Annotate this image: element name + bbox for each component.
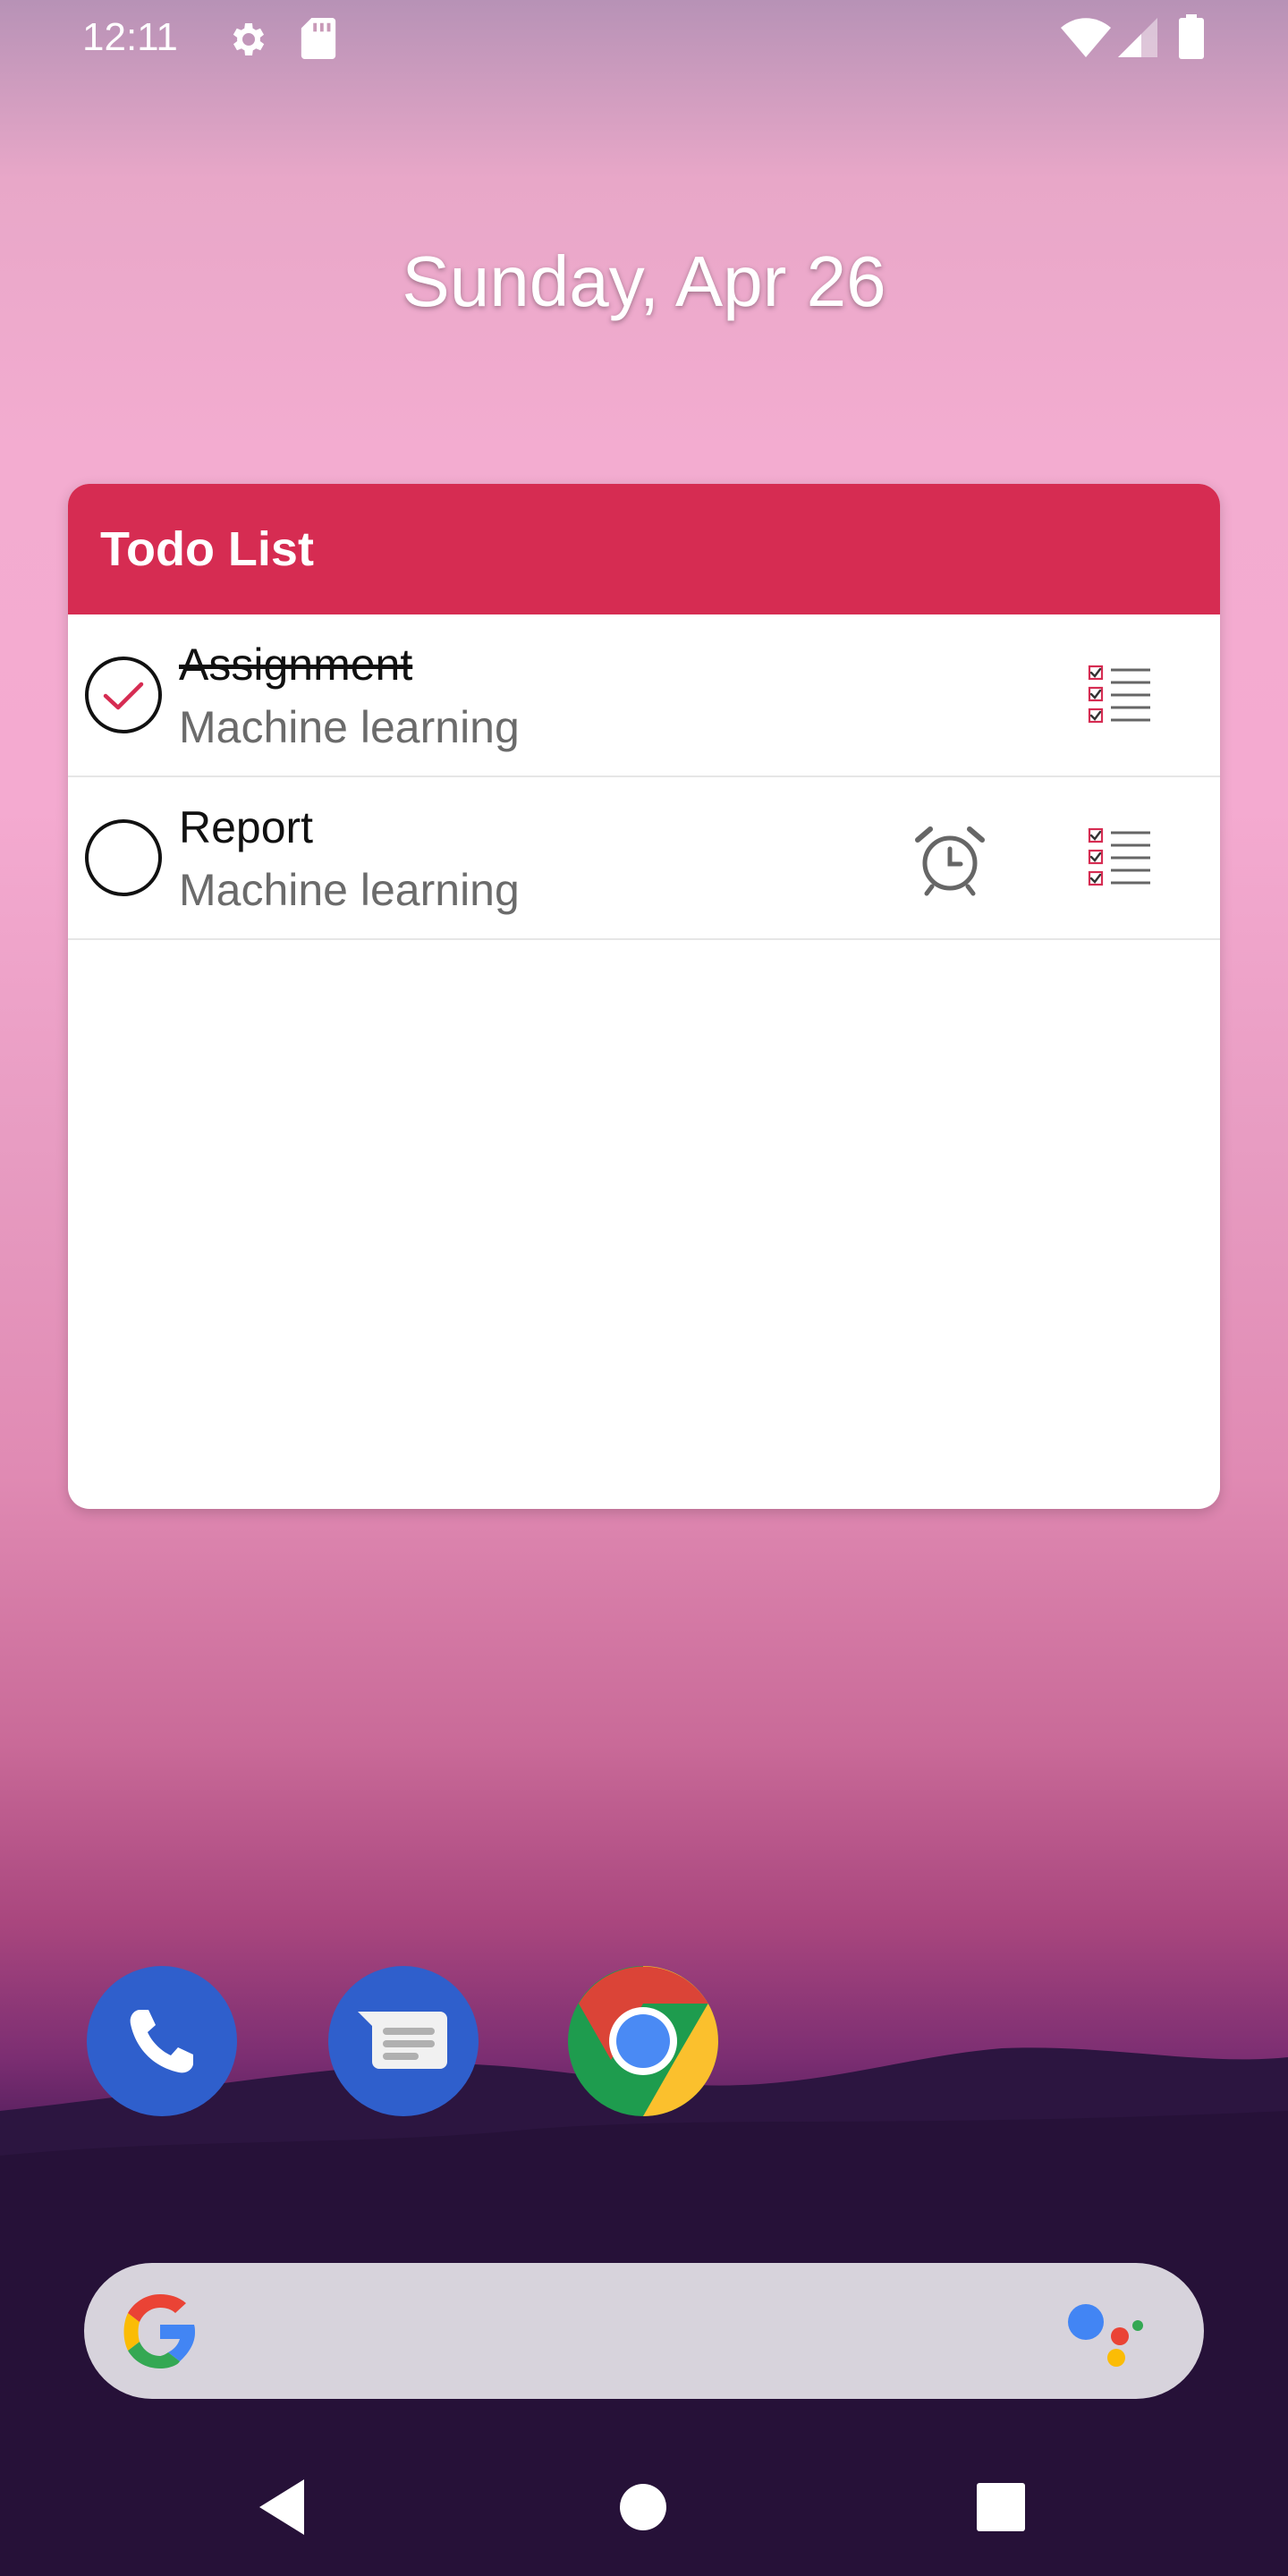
battery-icon xyxy=(1179,14,1204,59)
status-time: 12:11 xyxy=(82,15,178,59)
chrome-app-icon[interactable] xyxy=(567,1965,719,2117)
todo-item[interactable]: Assignment Machine learning xyxy=(68,614,1220,777)
sd-card-icon xyxy=(301,18,336,59)
status-bar: 12:11 xyxy=(0,0,1288,75)
todo-subtitle: Machine learning xyxy=(179,865,520,915)
alarm-clock-icon[interactable] xyxy=(912,822,987,897)
messages-app-icon[interactable] xyxy=(327,1965,479,2117)
signal-icon xyxy=(1118,18,1157,57)
todo-widget[interactable]: Todo List Assignment Machine learning Re… xyxy=(68,484,1220,1509)
google-g-icon[interactable] xyxy=(122,2293,199,2370)
widget-title: Todo List xyxy=(100,522,314,576)
wifi-icon xyxy=(1061,18,1111,57)
checklist-icon[interactable] xyxy=(1086,663,1154,731)
navigation-bar xyxy=(0,2433,1288,2576)
assistant-icon[interactable] xyxy=(1064,2299,1145,2367)
unchecked-circle-icon[interactable] xyxy=(84,818,163,897)
phone-app-icon[interactable] xyxy=(86,1965,238,2117)
back-button[interactable] xyxy=(254,2476,317,2538)
date-widget[interactable]: Sunday, Apr 26 xyxy=(0,233,1288,331)
widget-header[interactable]: Todo List xyxy=(68,484,1220,614)
checked-circle-icon[interactable] xyxy=(84,656,163,734)
checklist-icon[interactable] xyxy=(1086,826,1154,894)
home-button[interactable] xyxy=(612,2476,674,2538)
todo-subtitle: Machine learning xyxy=(179,702,520,752)
todo-title: Assignment xyxy=(179,640,413,690)
google-search-bar[interactable] xyxy=(84,2263,1204,2399)
todo-title: Report xyxy=(179,802,314,852)
recents-button[interactable] xyxy=(970,2476,1032,2538)
settings-icon xyxy=(233,23,265,55)
todo-item[interactable]: Report Machine learning xyxy=(68,777,1220,940)
